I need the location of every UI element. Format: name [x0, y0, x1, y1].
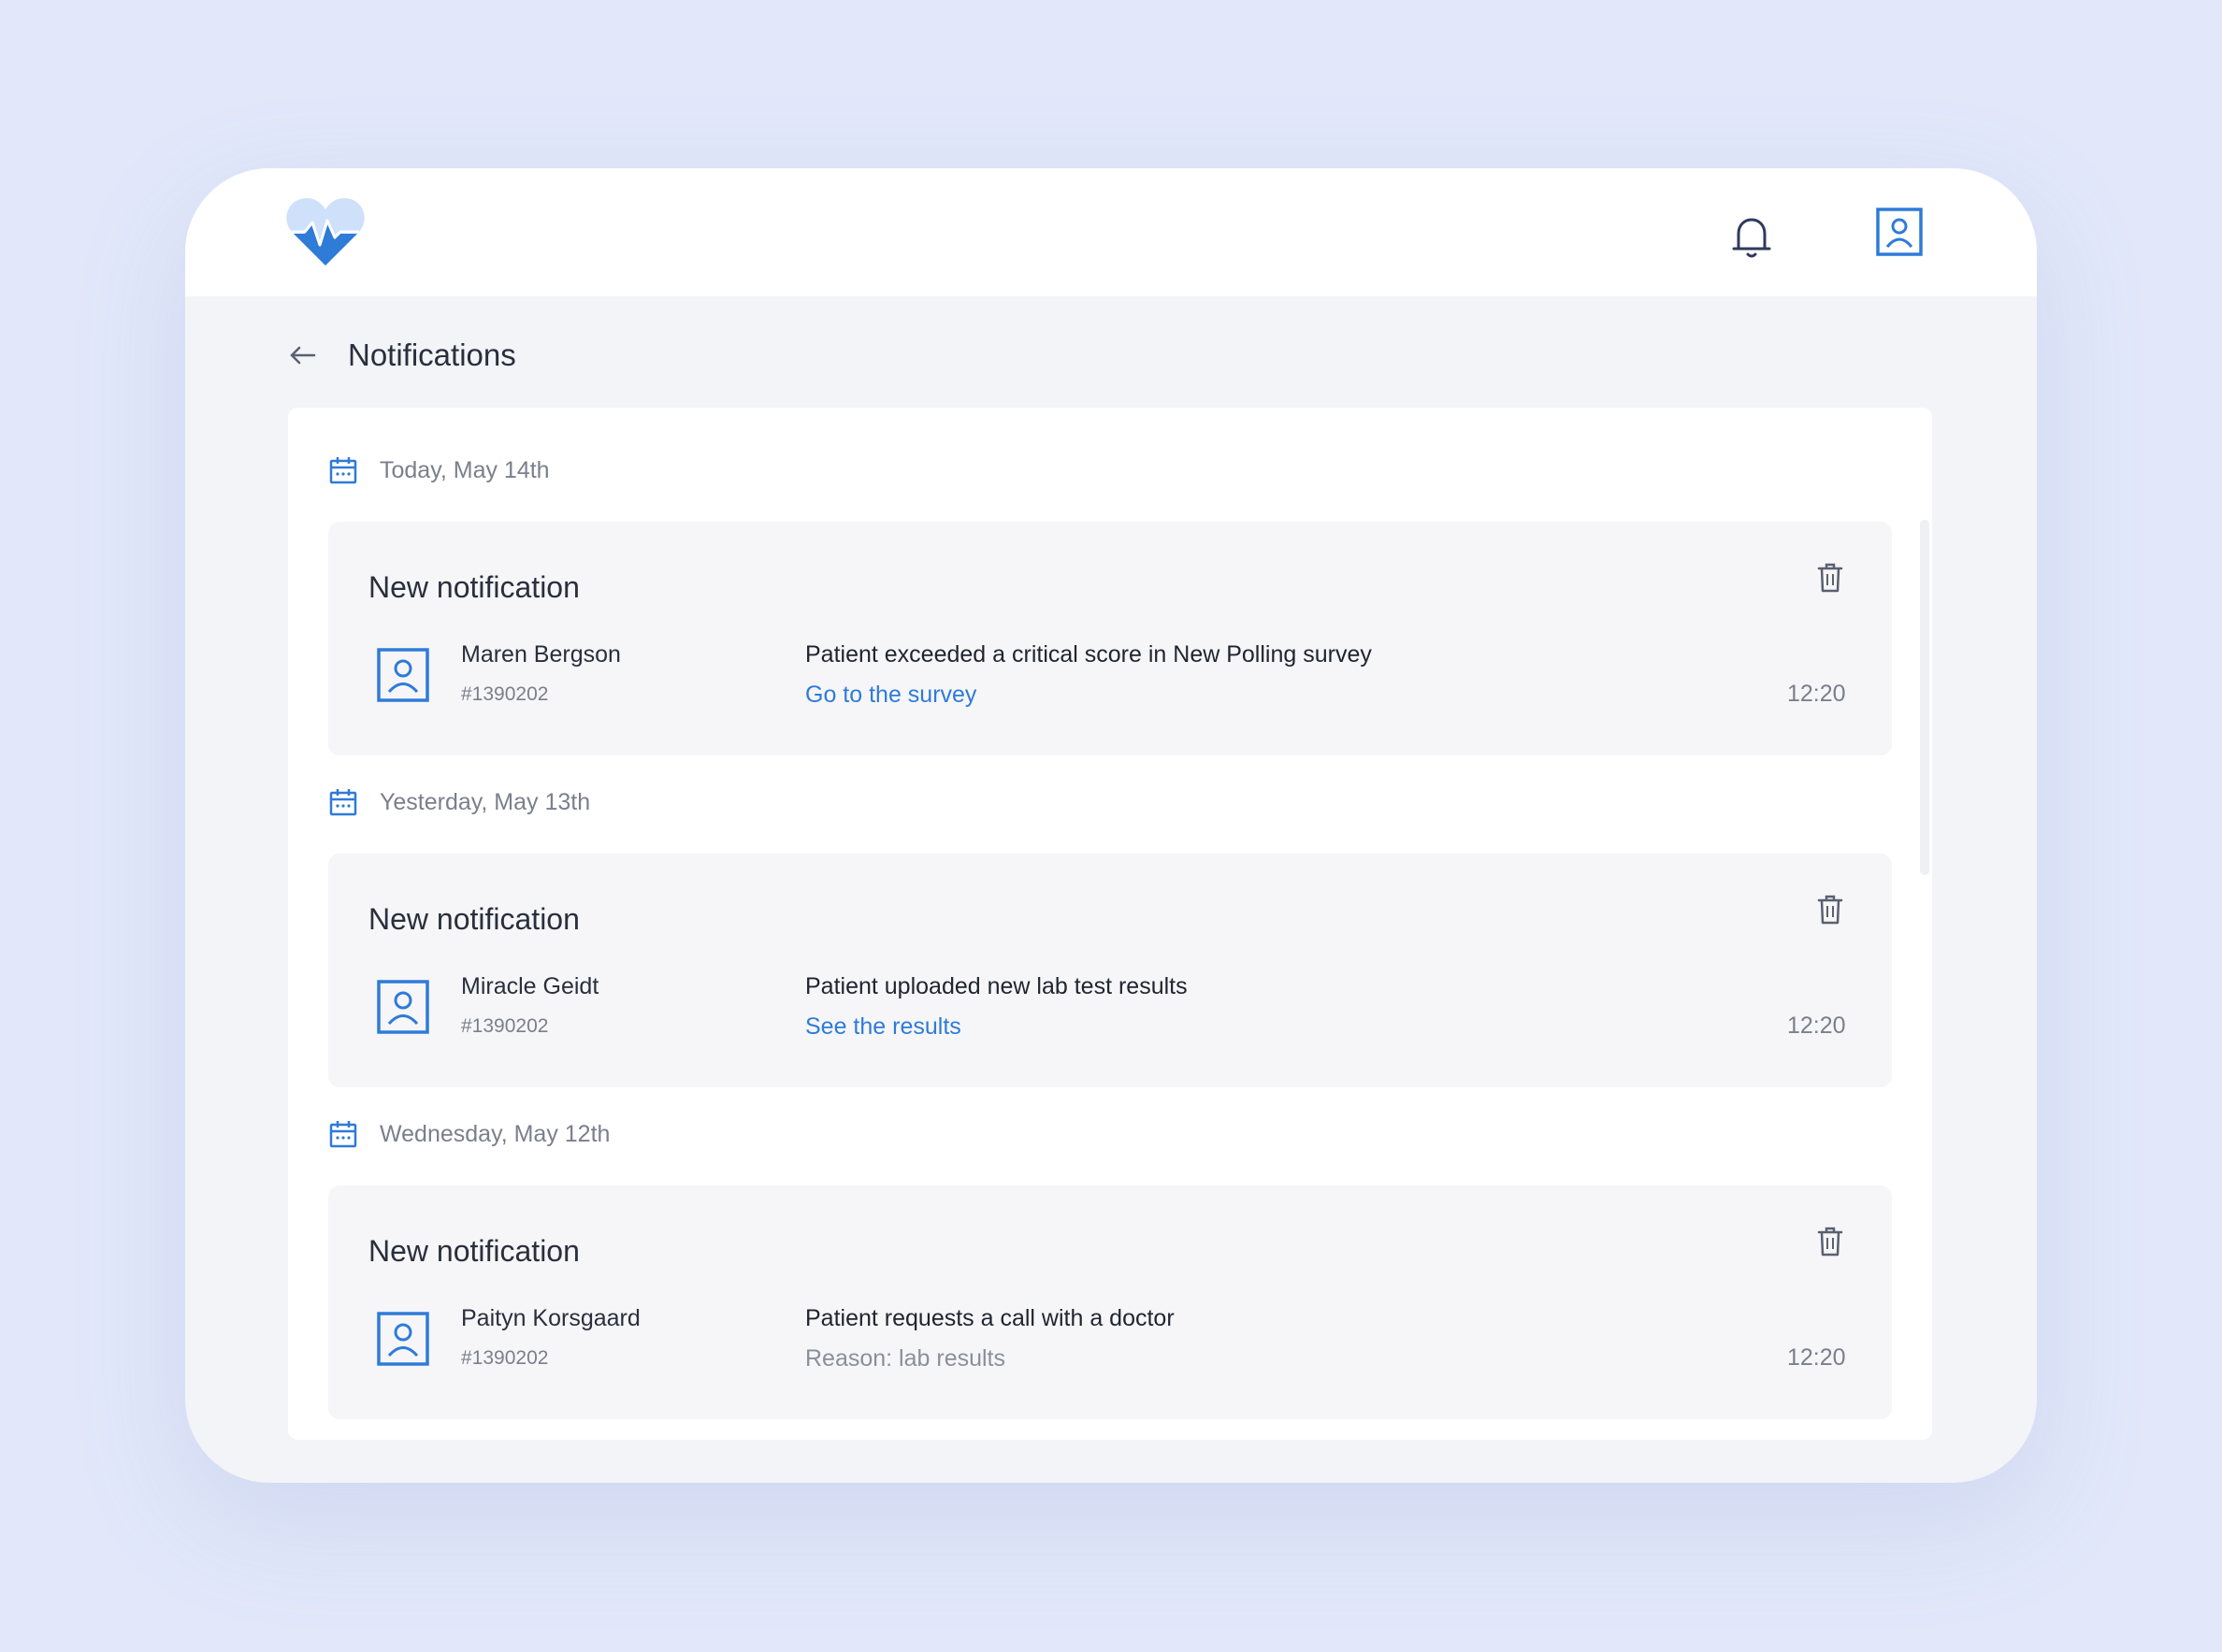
app-window: Notifications Today, May 14th New notifi…: [185, 168, 2037, 1483]
bell-icon[interactable]: [1731, 215, 1772, 260]
go-to-survey-link[interactable]: Go to the survey: [805, 682, 976, 709]
notification-title: New notification: [368, 570, 580, 604]
top-bar: [185, 168, 2037, 296]
trash-icon[interactable]: [1817, 1227, 1843, 1257]
notification-message: Patient exceeded a critical score in New…: [805, 641, 1372, 668]
notification-time: 12:20: [1787, 1013, 1846, 1039]
patient-id: #1390202: [461, 1015, 549, 1037]
notification-card[interactable]: New notification Miracle Geidt #1390202 …: [328, 854, 1892, 1087]
notification-message: Patient uploaded new lab test results: [805, 973, 1188, 999]
notification-message: Patient requests a call with a doctor: [805, 1305, 1175, 1331]
see-results-link[interactable]: See the results: [805, 1013, 961, 1041]
calendar-icon: [329, 789, 357, 816]
patient-name: Miracle Geidt: [461, 973, 599, 999]
calendar-icon: [329, 457, 357, 484]
user-profile-icon[interactable]: [1876, 208, 1923, 256]
date-header: Yesterday, May 13th: [329, 783, 590, 821]
scrollbar[interactable]: [1920, 520, 1929, 875]
patient-avatar-icon: [377, 1312, 429, 1366]
notification-card[interactable]: New notification Paityn Korsgaard #13902…: [328, 1185, 1892, 1419]
date-label: Wednesday, May 12th: [380, 1120, 611, 1147]
notification-time: 12:20: [1787, 681, 1846, 707]
notification-title: New notification: [368, 1234, 580, 1268]
notifications-panel: Today, May 14th New notification Maren B…: [288, 408, 1932, 1440]
calendar-icon: [329, 1121, 357, 1148]
heart-pulse-logo-icon[interactable]: [286, 196, 365, 267]
arrow-left-icon[interactable]: [288, 344, 316, 366]
patient-id: #1390202: [461, 1347, 549, 1369]
date-label: Yesterday, May 13th: [380, 788, 591, 815]
date-label: Today, May 14th: [380, 456, 550, 483]
notification-title: New notification: [368, 902, 580, 936]
patient-name: Paityn Korsgaard: [461, 1305, 641, 1331]
date-header: Today, May 14th: [329, 452, 550, 489]
notification-time: 12:20: [1787, 1344, 1846, 1371]
date-header: Wednesday, May 12th: [329, 1115, 610, 1153]
notification-card[interactable]: New notification Maren Bergson #1390202 …: [328, 522, 1892, 755]
page-title: Notifications: [348, 338, 516, 372]
patient-id: #1390202: [461, 683, 549, 705]
patient-avatar-icon: [377, 980, 429, 1034]
notification-reason: Reason: lab results: [805, 1345, 1006, 1372]
page-header: Notifications: [288, 332, 516, 379]
patient-avatar-icon: [377, 648, 429, 702]
patient-name: Maren Bergson: [461, 641, 621, 668]
trash-icon[interactable]: [1817, 895, 1843, 925]
trash-icon[interactable]: [1817, 563, 1843, 593]
